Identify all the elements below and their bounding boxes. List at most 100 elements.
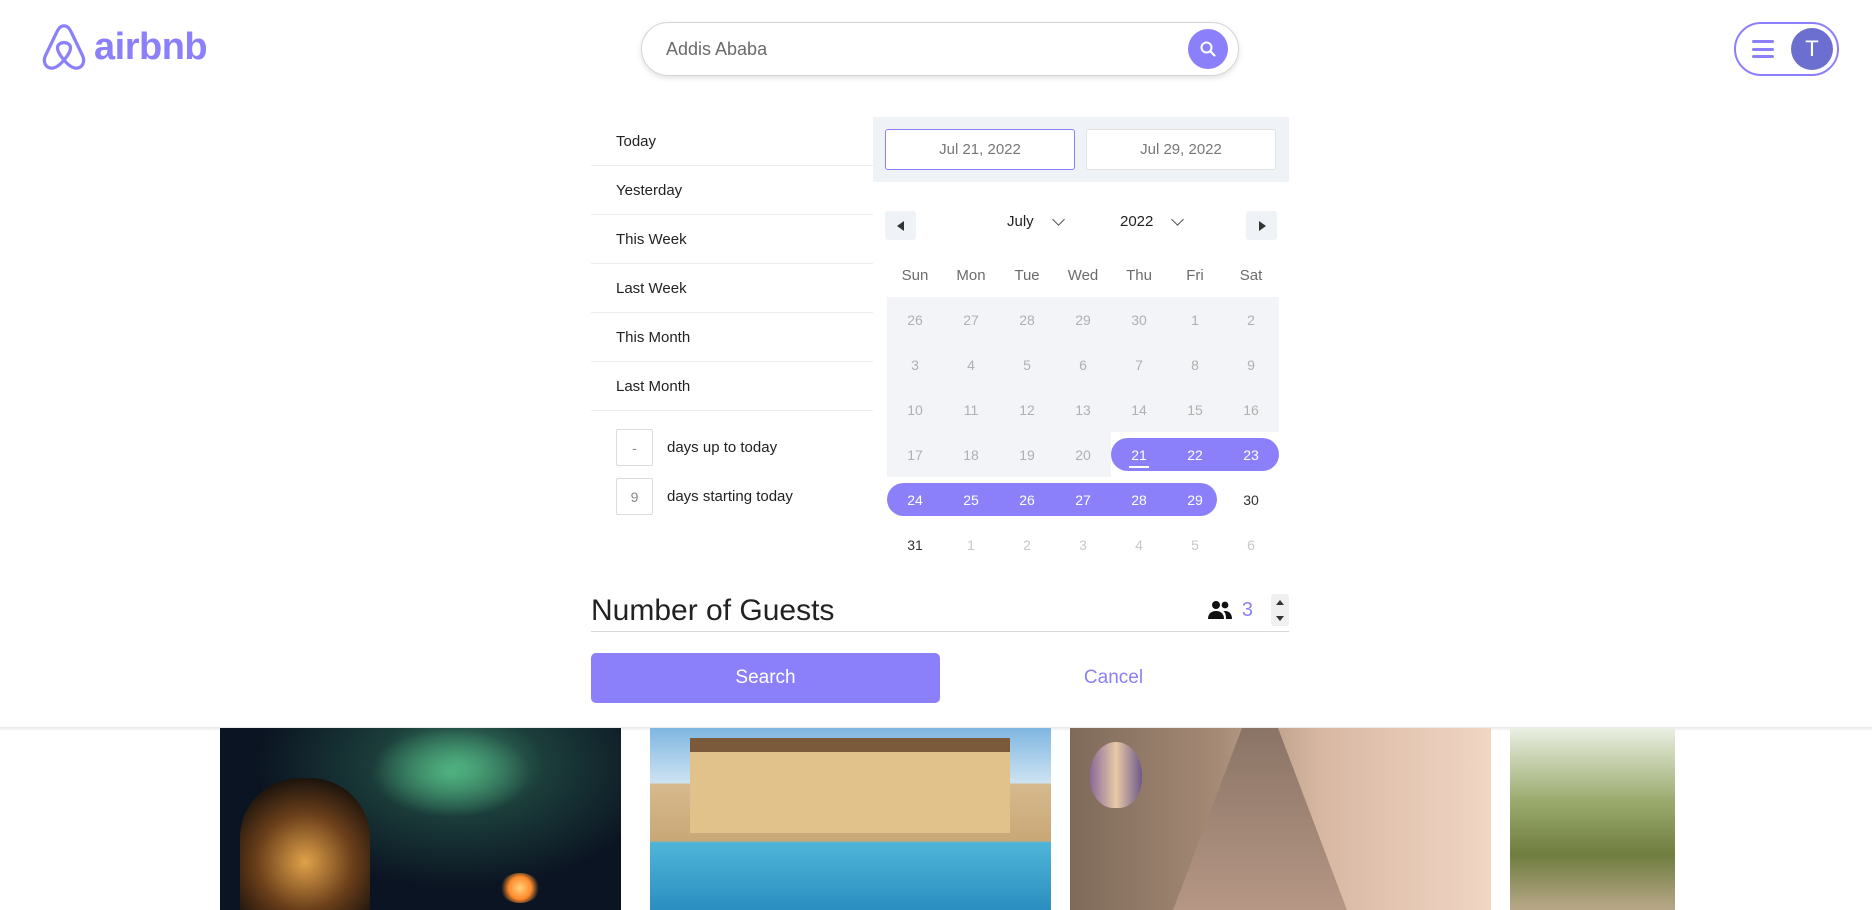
location-search-input[interactable] [666,38,1188,60]
calendar-day: 17 [887,432,943,477]
calendar-day: 11 [943,387,999,432]
weekday-label: Mon [956,267,986,284]
cancel-button[interactable]: Cancel [1036,653,1191,703]
calendar-day: 20 [1055,432,1111,477]
calendar-day-next-month[interactable]: 6 [1223,522,1279,567]
prev-month-button[interactable] [885,211,916,240]
calendar-day: 1 [1167,297,1223,342]
calendar-day-selected[interactable]: 22 [1167,432,1223,477]
menu-icon [1752,40,1774,58]
today-indicator [1129,466,1149,468]
increment-button[interactable] [1271,594,1289,610]
listing-image[interactable] [650,728,1051,910]
preset-this-week[interactable]: This Week [591,215,873,264]
calendar-day: 8 [1167,342,1223,387]
calendar-week: 24 25 26 27 28 29 30 [887,477,1279,522]
month-select[interactable]: July [1007,212,1065,230]
calendar-week: 26 27 28 29 30 1 2 [887,297,1279,342]
next-month-button[interactable] [1246,211,1277,240]
calendar-week: 17 18 19 20 21 22 23 [887,432,1279,477]
preset-yesterday[interactable]: Yesterday [591,166,873,215]
chevron-down-icon [1171,212,1185,226]
calendar-day-selected[interactable]: 27 [1055,477,1111,522]
calendar-day[interactable]: 30 [1223,477,1279,522]
calendar-day: 16 [1223,387,1279,432]
date-inputs-header: Jul 21, 2022 Jul 29, 2022 [873,117,1289,182]
decrement-button[interactable] [1271,610,1289,626]
weekday-label: Fri [1186,267,1204,284]
days-up-to-today-input[interactable]: - [616,429,653,466]
calendar-grid: 26 27 28 29 30 1 2 3 4 5 6 7 8 9 10 11 1… [887,297,1279,567]
guests-count[interactable]: 3 [1242,599,1253,622]
listing-image[interactable] [1070,728,1491,910]
calendar-day: 15 [1167,387,1223,432]
calendar-day: 29 [1055,297,1111,342]
calendar-day-selected[interactable]: 23 [1223,432,1279,477]
listing-image[interactable] [1510,728,1675,910]
brand-name: airbnb [94,25,208,68]
weekday-label: Thu [1126,267,1152,284]
user-menu-button[interactable]: T [1734,22,1839,76]
villa-shape [690,738,1010,833]
avatar: T [1791,28,1833,70]
calendar-day: 2 [1223,297,1279,342]
calendar-day: 14 [1111,387,1167,432]
weekday-label: Sat [1239,267,1263,284]
search-icon [1200,41,1216,57]
calendar-day: 26 [887,297,943,342]
calendar-day: 9 [1223,342,1279,387]
calendar-day: 3 [887,342,943,387]
airbnb-logo[interactable]: airbnb [38,21,208,73]
preset-today[interactable]: Today [591,118,873,166]
chevron-down-icon [1051,212,1065,226]
calendar-day-next-month[interactable]: 2 [999,522,1055,567]
caret-right-icon [1258,220,1266,231]
hot-air-balloon-shape [1090,742,1142,808]
people-icon [1207,601,1232,619]
calendar-day: 10 [887,387,943,432]
start-date-input[interactable]: Jul 21, 2022 [885,129,1075,170]
calendar-day-range-start[interactable]: 21 [1111,432,1167,477]
year-select[interactable]: 2022 [1120,212,1185,230]
caret-left-icon [896,220,904,231]
calendar-day-range-end[interactable]: 29 [1167,477,1223,522]
calendar-day: 7 [1111,342,1167,387]
weekday-header: Sun Mon Tue Wed Thu Fri Sat [887,267,1279,284]
calendar-day: 5 [999,342,1055,387]
preset-this-month[interactable]: This Month [591,313,873,362]
weekday-label: Wed [1067,267,1099,284]
listing-image[interactable] [220,728,621,910]
search-submit-button[interactable] [1188,29,1228,69]
date-presets: Today Yesterday This Week Last Week This… [591,118,873,515]
days-up-to-today-row: - days up to today [591,429,873,466]
preset-last-week[interactable]: Last Week [591,264,873,313]
calendar-day[interactable]: 31 [887,522,943,567]
calendar-day: 6 [1055,342,1111,387]
calendar-day-selected[interactable]: 25 [943,477,999,522]
calendar-day-selected[interactable]: 26 [999,477,1055,522]
days-starting-today-input[interactable]: 9 [616,478,653,515]
location-search-bar[interactable] [641,22,1239,76]
calendar-day-next-month[interactable]: 1 [943,522,999,567]
preset-last-month[interactable]: Last Month [591,362,873,411]
calendar-day-selected[interactable]: 24 [887,477,943,522]
search-button[interactable]: Search [591,653,940,703]
aurora-shape [370,728,530,818]
guests-stepper[interactable] [1271,594,1289,626]
calendar-day: 13 [1055,387,1111,432]
year-value: 2022 [1120,213,1154,230]
calendar-day: 30 [1111,297,1167,342]
calendar-week: 31 1 2 3 4 5 6 [887,522,1279,567]
calendar-day-selected[interactable]: 28 [1111,477,1167,522]
calendar-day-next-month[interactable]: 4 [1111,522,1167,567]
days-starting-today-row: 9 days starting today [591,478,873,515]
end-date-input[interactable]: Jul 29, 2022 [1086,129,1276,170]
calendar-day-next-month[interactable]: 5 [1167,522,1223,567]
weekday-label: Sun [901,267,929,284]
calendar-day: 28 [999,297,1055,342]
month-value: July [1007,213,1034,230]
calendar-day-number: 21 [1131,446,1147,463]
guests-title: Number of Guests [591,594,835,627]
calendar-day-next-month[interactable]: 3 [1055,522,1111,567]
weekday-label: Tue [1014,267,1040,284]
